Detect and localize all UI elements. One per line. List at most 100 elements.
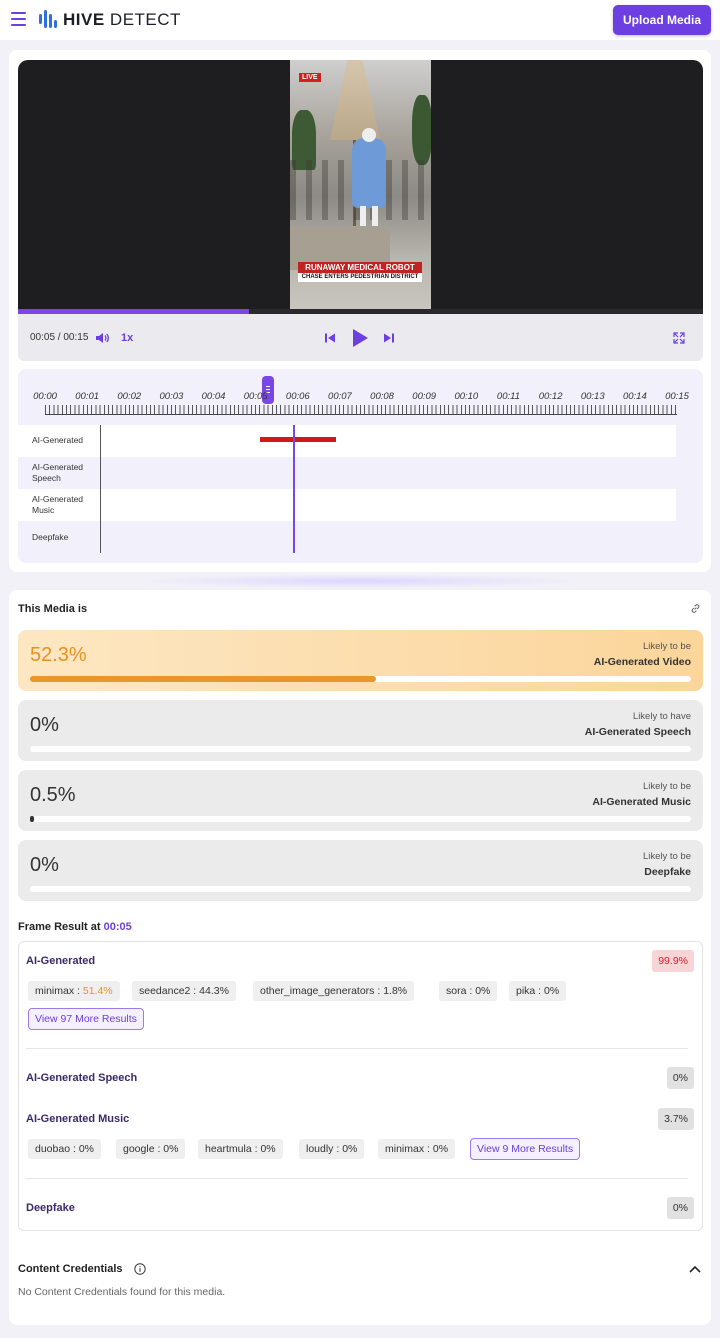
model-chip: seedance2 : 44.3%: [132, 981, 236, 1001]
result-type: AI-Generated Video: [593, 656, 691, 668]
timeline-lane-separator: [100, 425, 101, 553]
frame-ai-music-label: AI-Generated Music: [26, 1113, 130, 1125]
timeline-tick-label: 00:05: [243, 391, 268, 402]
model-chip: pika : 0%: [509, 981, 567, 1001]
scene-robot: [352, 138, 386, 208]
result-type: AI-Generated Speech: [584, 726, 691, 738]
chip-key: heartmula: [205, 1143, 252, 1155]
brand-name[interactable]: HIVE DETECT: [63, 10, 181, 30]
timeline-tick-label: 00:04: [201, 391, 226, 402]
media-verdict-title: This Media is: [18, 603, 88, 615]
scene-robot-legs: [360, 206, 380, 228]
upload-media-button[interactable]: Upload Media: [613, 5, 711, 35]
model-chip: minimax : 0%: [378, 1139, 456, 1159]
chip-value: 44.3%: [199, 985, 229, 997]
timeline-tick-label: 00:03: [159, 391, 184, 402]
frame-ai-generated-label: AI-Generated: [26, 955, 96, 967]
menu-icon[interactable]: [11, 12, 26, 26]
result-ai-generated-music: 0.5% Likely to be AI-Generated Music: [18, 770, 703, 831]
chip-value: 0%: [78, 1143, 94, 1155]
timeline-tick-label: 00:15: [665, 391, 689, 402]
chip-key: google: [123, 1143, 155, 1155]
timeline-tick-label: 00:12: [538, 391, 563, 402]
timeline-lane[interactable]: [100, 425, 676, 457]
result-percent: 0%: [30, 714, 59, 736]
chip-value: 1.8%: [383, 985, 408, 997]
frame-deepfake-label: Deepfake: [26, 1202, 75, 1214]
chip-key: minimax: [385, 1143, 425, 1155]
link-icon[interactable]: [690, 603, 701, 614]
timeline-tick-label: 00:01: [75, 391, 100, 402]
timeline-row-ai-speech: AI-Generated Speech: [18, 457, 676, 489]
news-caption-sub: CHASE ENTERS PEDESTRIAN DISTRICT: [298, 273, 422, 282]
frame-ai-speech-badge: 0%: [666, 1067, 694, 1089]
result-type: Deepfake: [644, 866, 691, 878]
section-divider: [130, 574, 590, 588]
result-likely-label: Likely to be: [642, 641, 691, 652]
frame-ai-music-badge: 3.7%: [658, 1108, 694, 1130]
divider: [26, 1048, 688, 1049]
result-bar-fill: [30, 676, 376, 682]
frame-ai-speech-label: AI-Generated Speech: [26, 1072, 138, 1084]
frame-deepfake-badge: 0%: [666, 1197, 694, 1219]
chip-key: loudly: [306, 1143, 334, 1155]
frame-result-label: Frame Result at: [18, 921, 101, 933]
result-percent: 0%: [30, 854, 59, 876]
frame-result-title: Frame Result at 00:05: [18, 921, 132, 933]
chip-value: 0%: [260, 1143, 276, 1155]
timeline-row-label: AI-Generated Speech: [32, 462, 84, 483]
result-ai-generated-speech: 0% Likely to have AI-Generated Speech: [18, 700, 703, 761]
result-ai-generated-video: 52.3% Likely to be AI-Generated Video: [18, 630, 703, 691]
timeline-row-ai-music: AI-Generated Music: [18, 489, 676, 521]
skip-back-icon[interactable]: [324, 332, 336, 344]
model-chip: heartmula : 0%: [198, 1139, 283, 1159]
result-deepfake: 0% Likely to be Deepfake: [18, 840, 703, 901]
model-chip: other_image_generators : 1.8%: [253, 981, 415, 1001]
ai-generated-segment[interactable]: [259, 437, 336, 442]
playback-speed-button[interactable]: 1x: [121, 332, 133, 344]
timeline-lane[interactable]: [100, 521, 676, 553]
timeline-tick-label: 00:08: [370, 391, 394, 402]
result-likely-label: Likely to be: [642, 781, 691, 792]
view-more-music-results-button[interactable]: View 9 More Results: [470, 1138, 581, 1160]
scene-robot-head: [362, 128, 376, 142]
frame-ai-generated-badge: 99.9%: [652, 950, 694, 972]
content-credentials-title: Content Credentials: [18, 1263, 123, 1275]
timeline-tick-label: 00:07: [328, 391, 352, 402]
player-controls: 00:05 / 00:15 1x: [18, 314, 703, 361]
skip-forward-icon[interactable]: [383, 332, 395, 344]
model-chip: sora : 0%: [439, 981, 498, 1001]
timeline-tick-label: 00:10: [454, 391, 479, 402]
time-readout: 00:05 / 00:15: [30, 332, 89, 343]
timeline-row-label: AI-Generated: [32, 435, 84, 445]
timeline-lane[interactable]: [100, 489, 676, 521]
view-more-results-button[interactable]: View 97 More Results: [28, 1008, 144, 1030]
video-player[interactable]: LIVE RUNAWAY MEDICAL ROBOT CHASE ENTERS …: [18, 60, 703, 314]
chevron-up-icon[interactable]: [689, 1264, 701, 1274]
timeline-ruler-base: [45, 414, 677, 415]
chip-key: minimax: [35, 985, 75, 997]
volume-icon[interactable]: [95, 331, 109, 345]
model-chip: loudly : 0%: [299, 1139, 365, 1159]
timeline-lane[interactable]: [100, 457, 676, 489]
live-badge: LIVE: [299, 73, 321, 82]
model-chip: duobao : 0%: [28, 1139, 101, 1159]
timeline-tick-label: 00:06: [285, 391, 310, 402]
news-caption-main: RUNAWAY MEDICAL ROBOT: [298, 262, 422, 273]
hive-logo-icon: [39, 10, 58, 28]
timeline-playhead[interactable]: [292, 425, 295, 553]
content-credentials-text: No Content Credentials found for this me…: [18, 1286, 226, 1298]
frame-result-time[interactable]: 00:05: [104, 921, 132, 933]
timeline-tick-label: 00:09: [412, 391, 437, 402]
timeline-tick-label: 00:00: [33, 391, 57, 402]
chip-value: 0%: [342, 1143, 358, 1155]
play-icon[interactable]: [351, 328, 369, 348]
chip-value: 0%: [475, 985, 491, 997]
detection-timeline: AI-Generated AI-Generated Speech AI-Gene…: [18, 369, 703, 563]
info-icon[interactable]: [134, 1263, 146, 1275]
result-bar: [30, 886, 691, 892]
chip-key: sora: [446, 985, 467, 997]
app-header: HIVE DETECT Upload Media: [0, 0, 720, 40]
timeline-tick-label: 00:13: [580, 391, 605, 402]
fullscreen-icon[interactable]: [672, 331, 686, 345]
